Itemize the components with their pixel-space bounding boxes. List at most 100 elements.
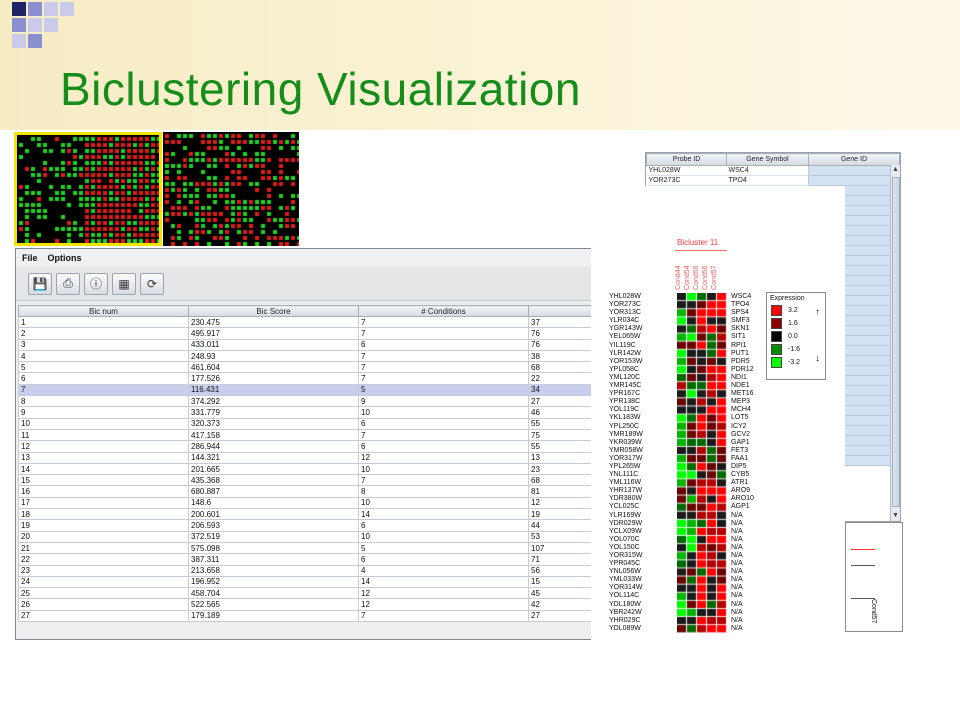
table-row[interactable]: 3 433.011 6 76	[18, 338, 644, 351]
table-row[interactable]: 19 206.593 6 44	[18, 519, 644, 532]
table-cell: 495.917	[188, 327, 359, 340]
probe-label: YOR315W	[609, 552, 643, 559]
table-row[interactable]: 7 116.431 5 34	[18, 383, 644, 397]
table-cell: WSC4	[726, 165, 809, 176]
slide-title: Biclustering Visualization	[60, 63, 581, 115]
heatmap-thumbnail[interactable]	[163, 132, 299, 246]
table-row[interactable]: 21 575.098 5 107	[18, 541, 644, 555]
gene-symbol-label: AGP1	[731, 503, 750, 511]
table-row[interactable]: 23 213.658 4 56	[18, 564, 644, 577]
column-header-gene-id[interactable]: Gene ID	[808, 153, 900, 166]
table-row[interactable]: 11 417.158 7 75	[18, 428, 644, 442]
table-cell: 372.519	[188, 530, 359, 543]
table-row[interactable]: 16 680.887 8 81	[18, 485, 644, 498]
table-row[interactable]: 18 200.601 14 19	[18, 508, 644, 521]
probe-label: YOR273C	[609, 301, 641, 309]
table-cell: 22	[18, 553, 189, 566]
probe-label: YDR380W	[609, 495, 643, 503]
column-header-probe-id[interactable]: Probe ID	[646, 153, 727, 166]
probe-label: YPL250C	[609, 422, 639, 430]
scroll-up-icon[interactable]: ▲	[891, 165, 900, 175]
table-row[interactable]: 13 144.321 12 13	[18, 451, 644, 464]
table-cell: 5	[358, 541, 529, 555]
legend-title: Expression	[770, 295, 805, 302]
gene-symbol-label: N/A	[731, 568, 743, 576]
gene-symbol-label: RPI1	[731, 341, 747, 349]
table-row[interactable]: 9 331.779 10 46	[18, 406, 644, 419]
table-icon[interactable]: ▦	[112, 272, 136, 295]
vertical-scrollbar[interactable]: ▲ ▼	[890, 165, 900, 521]
table-row[interactable]: 22 387.311 6 71	[18, 553, 644, 566]
table-cell: 18	[18, 508, 189, 521]
table-row[interactable]: 27 179.189 7 27	[18, 609, 644, 623]
table-row[interactable]: 1 230.475 7 37	[18, 315, 644, 329]
table-row[interactable]: 8 374.292 9 27	[18, 395, 644, 408]
table-cell: 10	[358, 496, 529, 510]
probe-label: YMR058W	[609, 446, 643, 454]
table-row[interactable]: 24 196.952 14 15	[18, 575, 644, 589]
table-row[interactable]: 26 522.565 12 42	[18, 598, 644, 611]
column-header-bic-score[interactable]: Bic Score	[188, 305, 359, 317]
gene-symbol-label: NDI1	[731, 373, 747, 381]
heatmap-thumbnail-selected[interactable]	[14, 132, 162, 246]
probe-label: YMR189W	[609, 430, 643, 438]
column-header-conditions[interactable]: # Conditions	[358, 305, 529, 317]
save-icon[interactable]: 💾	[28, 272, 52, 295]
menu-options[interactable]: Options	[48, 253, 82, 263]
probe-label: YLR169W	[609, 511, 641, 519]
table-row[interactable]: 20 372.519 10 53	[18, 530, 644, 543]
probe-label: YML116W	[609, 479, 642, 487]
table-cell: 575.098	[188, 541, 359, 555]
gene-symbol-label: FAA1	[731, 454, 749, 462]
table-cell: 461.604	[188, 361, 359, 374]
print-icon[interactable]: ⎙	[56, 272, 80, 295]
table-row[interactable]: YHL028W WSC4	[646, 165, 900, 176]
column-header-gene-symbol[interactable]: Gene Symbol	[726, 153, 809, 166]
table-row[interactable]: 2 495.917 7 76	[18, 327, 644, 340]
table-cell: 13	[18, 451, 189, 464]
table-row[interactable]: 5 461.604 7 68	[18, 361, 644, 374]
probe-label: YHR029C	[609, 616, 641, 624]
table-cell: 12	[358, 587, 529, 600]
condition-label: Cond57	[870, 599, 877, 624]
probe-label: YLR034C	[609, 317, 640, 325]
table-row[interactable]: 12 286.944 6 55	[18, 440, 644, 453]
table-cell: 10	[358, 462, 529, 476]
table-cell	[808, 165, 900, 176]
refresh-icon[interactable]: ⟳	[140, 272, 164, 295]
table-cell: 374.292	[188, 395, 359, 408]
table-cell: 177.526	[188, 372, 359, 385]
table-row[interactable]: 17 148.6 10 12	[18, 496, 644, 510]
menu-file[interactable]: File	[22, 253, 38, 263]
table-row[interactable]: 10 320.373 6 55	[18, 417, 644, 430]
table-cell: 179.189	[188, 609, 359, 623]
gene-symbol-label: LOT5	[731, 414, 749, 422]
probe-label: YOR153W	[609, 357, 643, 365]
table-cell: 6	[358, 553, 529, 566]
table-row[interactable]: 4 248.93 7 38	[18, 349, 644, 363]
column-header-bic-num[interactable]: Bic num	[18, 305, 189, 317]
probe-label: YDR029W	[609, 519, 643, 527]
table-cell: 320.373	[188, 417, 359, 430]
table-row[interactable]: 6 177.526 7 22	[18, 372, 644, 385]
probe-label: YML033W	[609, 576, 642, 584]
table-row[interactable]: YOR273C TPO4	[646, 175, 900, 186]
gene-symbol-label: ARO10	[731, 495, 754, 503]
bicluster-title: Bicluster 11	[677, 238, 719, 247]
table-row[interactable]: 25 458.704 12 45	[18, 587, 644, 600]
gene-symbol-label: N/A	[731, 535, 743, 543]
probe-label: YPL265W	[609, 462, 641, 470]
table-cell: 196.952	[188, 575, 359, 589]
table-cell: 10	[358, 406, 529, 419]
legend-swatch	[771, 331, 782, 342]
scroll-down-icon[interactable]: ▼	[891, 511, 900, 521]
scrollbar-thumb[interactable]	[892, 177, 900, 507]
gene-symbol-labels: WSC4 TPO4 SPS4 SMF3 SKN1 SIT1 RPI1 PUT1 PDR5 PDR1…	[731, 293, 771, 633]
table-row[interactable]: 15 435.368 7 68	[18, 474, 644, 487]
condition-panel: Cond57	[845, 522, 903, 632]
table-cell: 4	[18, 349, 189, 363]
table-row[interactable]: 14 201.665 10 23	[18, 462, 644, 476]
table-cell: 7	[358, 349, 529, 363]
gene-symbol-label: N/A	[731, 543, 743, 551]
info-icon[interactable]: ⓘ	[84, 272, 108, 295]
